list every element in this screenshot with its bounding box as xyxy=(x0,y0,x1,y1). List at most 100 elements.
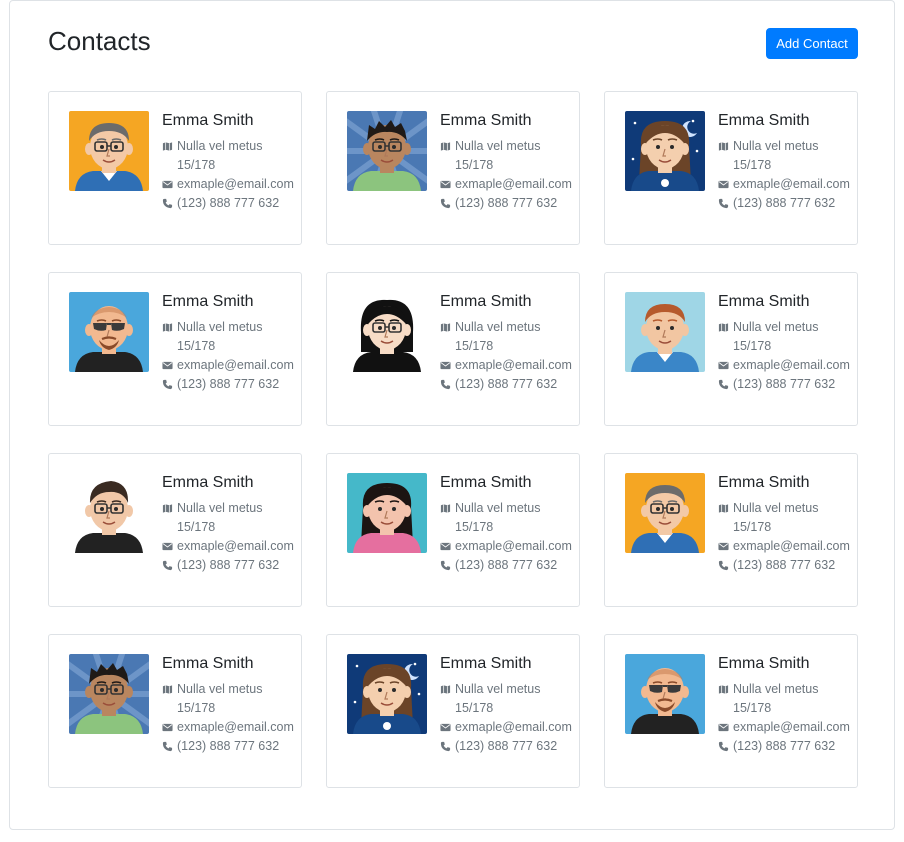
phone-text: (123) 888 777 632 xyxy=(177,196,280,210)
contact-card[interactable]: Emma Smith Nulla vel metus 15/178 exmaple@e… xyxy=(48,453,302,607)
address-line-1: Nulla vel metus xyxy=(733,682,819,696)
contact-name: Emma Smith xyxy=(718,474,810,491)
email-text: exmaple@email.com xyxy=(177,177,294,191)
contact-name: Emma Smith xyxy=(718,293,810,310)
avatar xyxy=(347,111,427,191)
envelope-icon xyxy=(162,537,174,556)
contact-info: Emma Smith Nulla vel metus 15/178 exmaple@e… xyxy=(718,293,858,394)
contact-phone[interactable]: (123) 888 777 632 xyxy=(718,737,858,756)
address-line-1: Nulla vel metus xyxy=(177,320,263,334)
map-icon xyxy=(162,137,174,156)
contact-email[interactable]: exmaple@email.com xyxy=(440,356,580,375)
phone-icon xyxy=(440,737,452,756)
contact-email[interactable]: exmaple@email.com xyxy=(162,718,302,737)
contact-info: Emma Smith Nulla vel metus 15/178 exmaple@e… xyxy=(440,655,580,756)
email-text: exmaple@email.com xyxy=(455,177,572,191)
map-icon xyxy=(162,318,174,337)
contacts-grid: Emma Smith Nulla vel metus 15/178 exmaple@e… xyxy=(48,91,858,788)
contact-card[interactable]: Emma Smith Nulla vel metus 15/178 exmaple@e… xyxy=(48,91,302,245)
avatar xyxy=(69,111,149,191)
contact-address-2: 15/178 xyxy=(162,518,302,537)
phone-icon xyxy=(718,737,730,756)
contact-email[interactable]: exmaple@email.com xyxy=(162,356,302,375)
contact-card[interactable]: Emma Smith Nulla vel metus 15/178 exmaple@e… xyxy=(326,91,580,245)
avatar xyxy=(69,292,149,372)
contact-info: Emma Smith Nulla vel metus 15/178 exmaple@e… xyxy=(162,293,302,394)
phone-text: (123) 888 777 632 xyxy=(733,196,836,210)
map-icon xyxy=(718,499,730,518)
phone-text: (123) 888 777 632 xyxy=(733,739,836,753)
contact-phone[interactable]: (123) 888 777 632 xyxy=(440,194,580,213)
contact-email[interactable]: exmaple@email.com xyxy=(718,356,858,375)
contact-email[interactable]: exmaple@email.com xyxy=(440,537,580,556)
envelope-icon xyxy=(440,537,452,556)
map-icon xyxy=(440,680,452,699)
contact-phone[interactable]: (123) 888 777 632 xyxy=(440,556,580,575)
map-icon xyxy=(718,680,730,699)
avatar xyxy=(347,654,427,734)
phone-text: (123) 888 777 632 xyxy=(455,739,558,753)
contact-email[interactable]: exmaple@email.com xyxy=(440,175,580,194)
contact-email[interactable]: exmaple@email.com xyxy=(718,537,858,556)
map-icon xyxy=(718,318,730,337)
contact-phone[interactable]: (123) 888 777 632 xyxy=(162,556,302,575)
contact-info: Emma Smith Nulla vel metus 15/178 exmaple@e… xyxy=(162,112,302,213)
phone-icon xyxy=(162,556,174,575)
contact-name: Emma Smith xyxy=(718,655,810,672)
contact-card[interactable]: Emma Smith Nulla vel metus 15/178 exmaple@e… xyxy=(326,272,580,426)
contact-email[interactable]: exmaple@email.com xyxy=(718,718,858,737)
contact-phone[interactable]: (123) 888 777 632 xyxy=(718,194,858,213)
contact-address: Nulla vel metus xyxy=(718,318,858,337)
contact-address: Nulla vel metus xyxy=(440,680,580,699)
contact-card[interactable]: Emma Smith Nulla vel metus 15/178 exmaple@e… xyxy=(604,453,858,607)
contact-card[interactable]: Emma Smith Nulla vel metus 15/178 exmaple@e… xyxy=(326,634,580,788)
contact-card[interactable]: Emma Smith Nulla vel metus 15/178 exmaple@e… xyxy=(48,272,302,426)
contact-email[interactable]: exmaple@email.com xyxy=(440,718,580,737)
contact-name: Emma Smith xyxy=(718,112,810,129)
contact-phone[interactable]: (123) 888 777 632 xyxy=(162,194,302,213)
contact-phone[interactable]: (123) 888 777 632 xyxy=(162,375,302,394)
contact-address-2: 15/178 xyxy=(162,699,302,718)
contact-email[interactable]: exmaple@email.com xyxy=(718,175,858,194)
contact-phone[interactable]: (123) 888 777 632 xyxy=(718,556,858,575)
phone-icon xyxy=(440,194,452,213)
contact-card[interactable]: Emma Smith Nulla vel metus 15/178 exmaple@e… xyxy=(326,453,580,607)
avatar xyxy=(625,292,705,372)
contact-phone[interactable]: (123) 888 777 632 xyxy=(440,375,580,394)
contact-info: Emma Smith Nulla vel metus 15/178 exmaple@e… xyxy=(162,474,302,575)
contact-phone[interactable]: (123) 888 777 632 xyxy=(440,737,580,756)
contact-name: Emma Smith xyxy=(162,655,254,672)
contact-phone[interactable]: (123) 888 777 632 xyxy=(718,375,858,394)
contact-card[interactable]: Emma Smith Nulla vel metus 15/178 exmaple@e… xyxy=(604,91,858,245)
contact-email[interactable]: exmaple@email.com xyxy=(162,175,302,194)
map-icon xyxy=(718,137,730,156)
contact-card[interactable]: Emma Smith Nulla vel metus 15/178 exmaple@e… xyxy=(48,634,302,788)
contact-card[interactable]: Emma Smith Nulla vel metus 15/178 exmaple@e… xyxy=(604,272,858,426)
contact-info: Emma Smith Nulla vel metus 15/178 exmaple@e… xyxy=(440,112,580,213)
contact-address: Nulla vel metus xyxy=(718,680,858,699)
contact-phone[interactable]: (123) 888 777 632 xyxy=(162,737,302,756)
phone-icon xyxy=(162,194,174,213)
add-contact-button[interactable]: Add Contact xyxy=(766,28,858,59)
phone-text: (123) 888 777 632 xyxy=(177,558,280,572)
contact-address-2: 15/178 xyxy=(718,337,858,356)
address-line-1: Nulla vel metus xyxy=(455,320,541,334)
contact-address-2: 15/178 xyxy=(718,518,858,537)
envelope-icon xyxy=(718,356,730,375)
address-line-1: Nulla vel metus xyxy=(177,139,263,153)
contact-info: Emma Smith Nulla vel metus 15/178 exmaple@e… xyxy=(440,293,580,394)
envelope-icon xyxy=(162,175,174,194)
contact-card[interactable]: Emma Smith Nulla vel metus 15/178 exmaple@e… xyxy=(604,634,858,788)
address-line-2: 15/178 xyxy=(177,158,216,172)
contact-name: Emma Smith xyxy=(440,112,532,129)
address-line-2: 15/178 xyxy=(177,520,216,534)
page-title: Contacts xyxy=(48,26,151,56)
address-line-1: Nulla vel metus xyxy=(177,682,263,696)
contact-email[interactable]: exmaple@email.com xyxy=(162,537,302,556)
phone-text: (123) 888 777 632 xyxy=(455,196,558,210)
address-line-2: 15/178 xyxy=(733,701,772,715)
phone-icon xyxy=(718,194,730,213)
phone-icon xyxy=(718,556,730,575)
envelope-icon xyxy=(440,175,452,194)
contact-address: Nulla vel metus xyxy=(440,318,580,337)
